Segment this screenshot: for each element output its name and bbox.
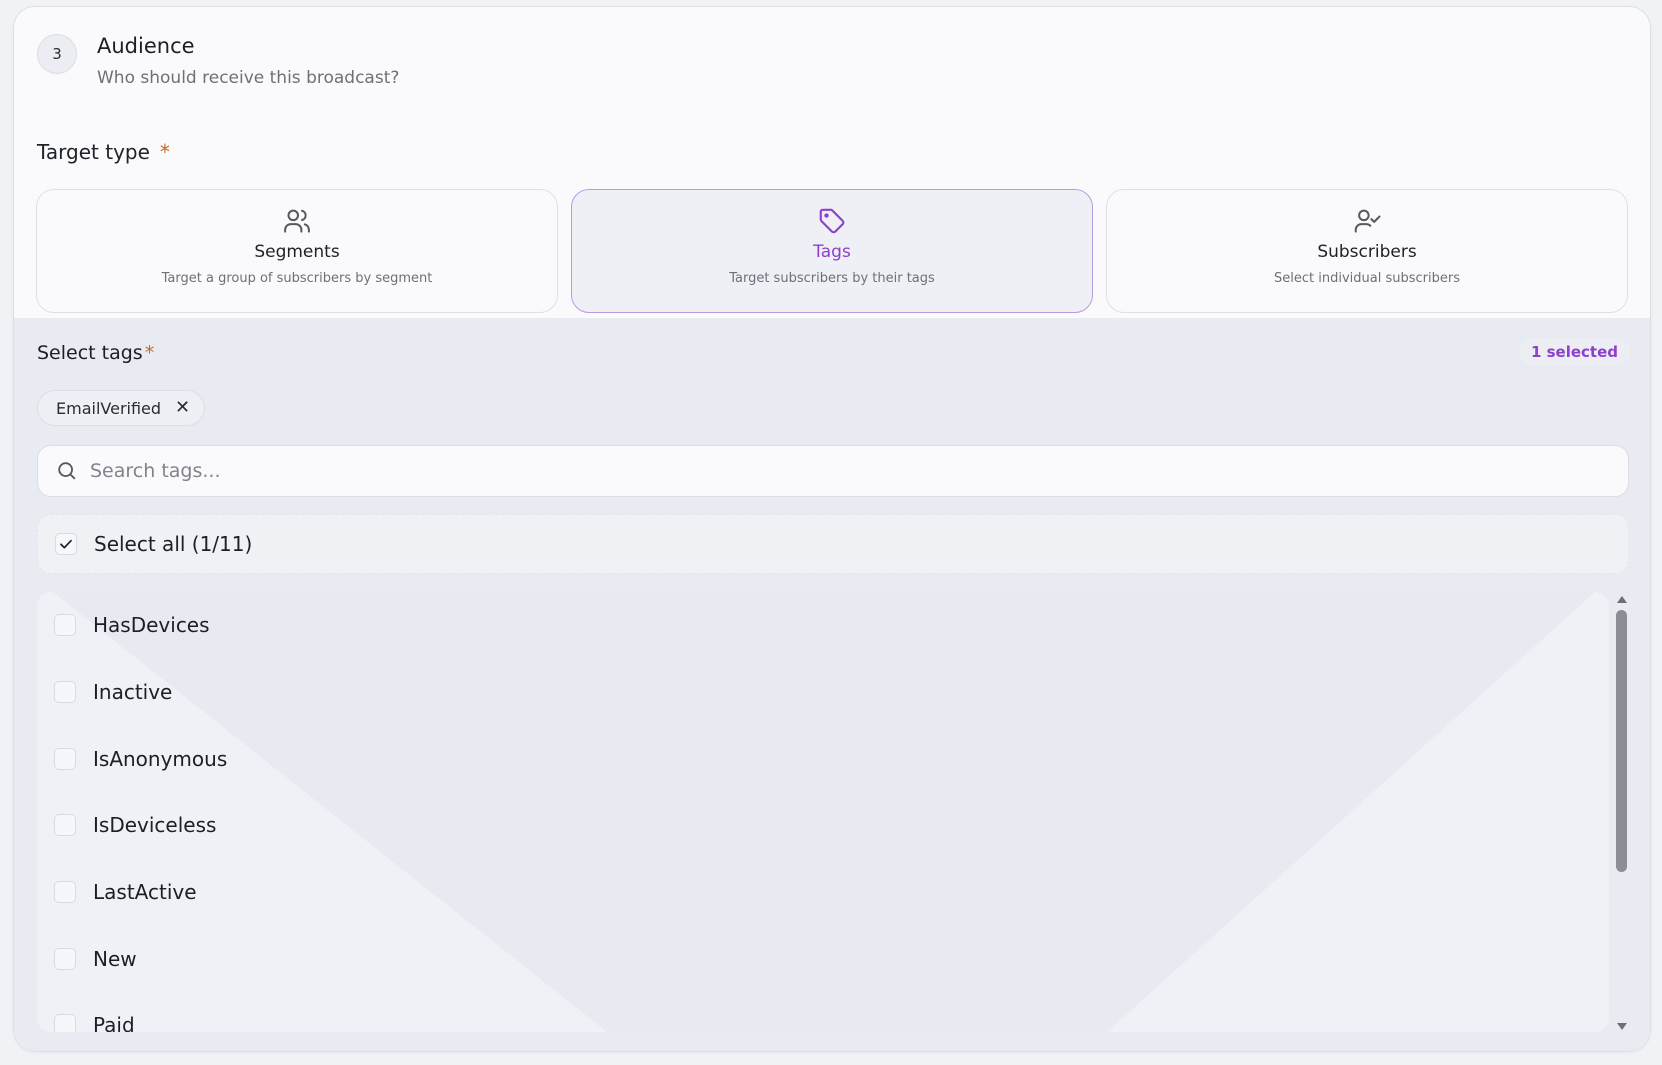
selected-count-badge: 1 selected [1518,338,1630,366]
tag-checkbox[interactable] [54,881,76,904]
target-option-description: Target a group of subscribers by segment [161,271,433,286]
scroll-down-arrow-icon[interactable] [1617,1023,1627,1030]
target-type-label-text: Target type [37,140,150,164]
search-input[interactable] [90,460,1490,482]
tag-checkbox[interactable] [54,947,76,970]
tag-label: New [93,946,137,971]
target-option-description: Select individual subscribers [1274,271,1460,286]
tag-checkbox[interactable] [54,814,76,837]
chip-label: EmailVerified [56,398,162,418]
tag-selection-panel: Select tags * 1 selected EmailVerified ✕ … [14,318,1650,1051]
scrollbar-thumb[interactable] [1616,610,1627,872]
tag-label: Paid [93,1013,135,1032]
scroll-up-arrow-icon[interactable] [1617,596,1627,603]
select-tags-label-text: Select tags [37,342,143,364]
search-icon [58,462,76,480]
list-item[interactable]: New [37,925,1609,992]
tag-list-items: HasDevices Inactive IsAnonymous IsDevice… [37,592,1609,1032]
users-icon [284,209,310,233]
select-all-row[interactable]: Select all (1/11) [37,514,1629,574]
section-title: Audience [97,34,195,58]
required-mark: * [144,342,155,364]
selected-tag-chip: EmailVerified ✕ [37,390,206,426]
tag-label: IsDeviceless [93,813,217,838]
tag-checkbox[interactable] [54,1014,76,1032]
user-check-icon [1354,209,1381,233]
list-item[interactable]: LastActive [37,859,1609,926]
list-item[interactable]: IsAnonymous [37,725,1609,792]
required-mark: * [159,140,170,164]
select-all-checkbox[interactable] [55,533,77,555]
target-option-description: Target subscribers by their tags [729,271,935,286]
target-option-subscribers[interactable]: Subscribers Select individual subscriber… [1106,189,1628,313]
target-type-label: Target type * [37,140,170,164]
tag-icon [819,208,845,234]
target-option-title: Tags [813,242,851,262]
list-scrollbar[interactable] [1615,596,1629,1030]
tag-label: HasDevices [93,613,210,638]
tag-label: Inactive [93,680,173,705]
check-icon [60,539,72,549]
target-option-title: Subscribers [1317,242,1417,262]
list-item[interactable]: IsDeviceless [37,792,1609,859]
list-item[interactable]: Paid [37,992,1609,1032]
close-icon[interactable]: ✕ [175,399,190,417]
select-all-label: Select all (1/11) [94,532,253,556]
target-option-segments[interactable]: Segments Target a group of subscribers b… [36,189,558,313]
tag-checkbox[interactable] [54,614,76,637]
tag-list: HasDevices Inactive IsAnonymous IsDevice… [37,592,1609,1032]
select-tags-label: Select tags * [37,342,154,364]
section-subtitle: Who should receive this broadcast? [97,68,400,88]
audience-card: 3 Audience Who should receive this broad… [13,6,1651,1052]
tag-search-box[interactable] [37,445,1629,497]
tag-checkbox[interactable] [54,747,76,770]
list-item[interactable]: Inactive [37,659,1609,726]
target-option-title: Segments [254,242,340,262]
tag-label: IsAnonymous [93,746,228,771]
tag-checkbox[interactable] [54,681,76,704]
tag-label: LastActive [93,880,197,905]
step-number-badge: 3 [37,34,77,74]
list-item[interactable]: HasDevices [37,592,1609,659]
target-option-tags[interactable]: Tags Target subscribers by their tags [571,189,1093,313]
